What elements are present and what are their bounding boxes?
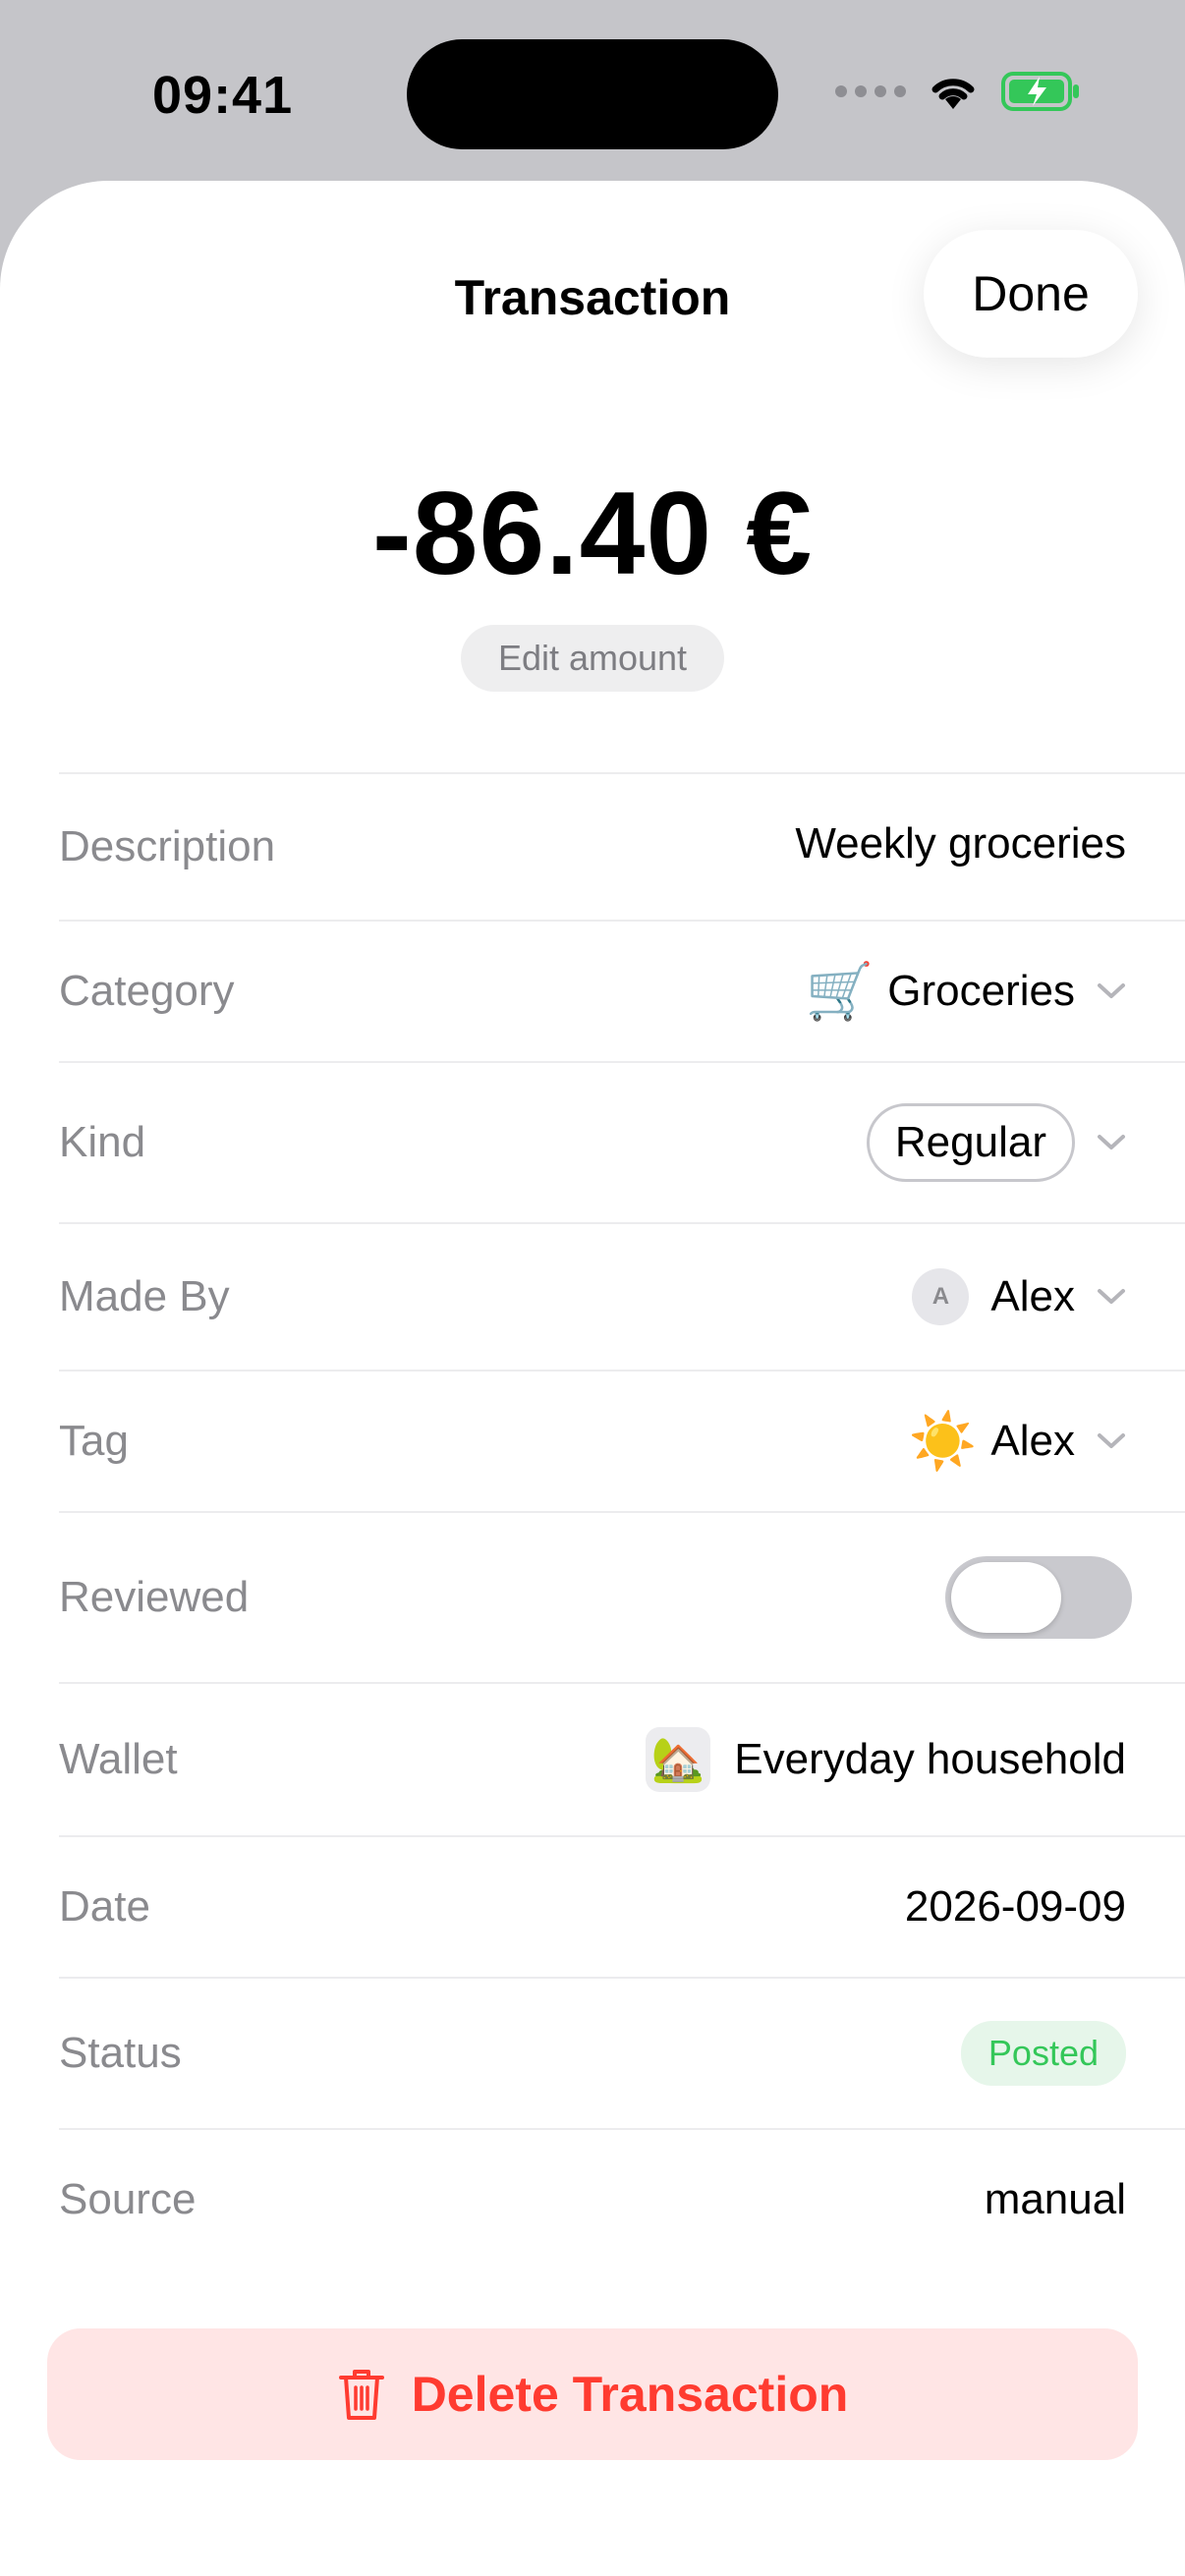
transaction-amount: -86.40 €: [371, 468, 814, 599]
edit-amount-button[interactable]: Edit amount: [461, 625, 724, 692]
wifi-icon: [931, 79, 975, 109]
source-label: Source: [59, 2175, 197, 2223]
house-icon: 🏡: [646, 1727, 711, 1792]
reviewed-row: Reviewed: [59, 1511, 1185, 1682]
wallet-value-group: 🏡 Everyday household: [646, 1727, 1126, 1792]
wallet-row[interactable]: Wallet 🏡 Everyday household: [59, 1682, 1185, 1835]
chevron-down-icon: [1098, 1289, 1125, 1304]
date-label: Date: [59, 1882, 150, 1931]
category-picker[interactable]: 🛒 Groceries: [806, 964, 1126, 1019]
kind-value-pill: Regular: [866, 1103, 1075, 1182]
kind-label: Kind: [59, 1118, 146, 1166]
tag-row[interactable]: Tag ☀️ Alex: [59, 1370, 1185, 1511]
status-badge: Posted: [960, 2021, 1126, 2086]
made-by-value: Alex: [990, 1272, 1075, 1320]
wallet-label: Wallet: [59, 1735, 178, 1783]
reviewed-label: Reviewed: [59, 1573, 250, 1621]
transaction-fields: Description Weekly groceries Category 🛒 …: [59, 772, 1185, 2269]
category-value: Groceries: [887, 967, 1075, 1015]
chevron-down-icon: [1098, 983, 1125, 998]
tag-picker[interactable]: ☀️ Alex: [909, 1414, 1126, 1469]
status-bar: 09:41: [0, 0, 1185, 187]
sun-icon: ☀️: [908, 1410, 978, 1472]
status-label: Status: [59, 2029, 182, 2077]
shopping-cart-icon: 🛒: [805, 960, 875, 1022]
status-icons: [835, 71, 1081, 112]
description-row[interactable]: Description Weekly groceries: [59, 772, 1185, 920]
toggle-knob: [951, 1562, 1061, 1633]
category-label: Category: [59, 967, 235, 1015]
date-value: 2026-09-09: [904, 1882, 1126, 1931]
kind-row[interactable]: Kind Regular: [59, 1061, 1185, 1222]
dynamic-island: [407, 39, 778, 149]
status-time: 09:41: [152, 66, 294, 125]
made-by-label: Made By: [59, 1272, 230, 1320]
date-row: Date 2026-09-09: [59, 1835, 1185, 1977]
kind-picker[interactable]: Regular: [866, 1103, 1126, 1182]
chevron-down-icon: [1098, 1135, 1125, 1149]
status-row: Status Posted: [59, 1977, 1185, 2128]
tag-label: Tag: [59, 1417, 129, 1465]
transaction-sheet: Transaction Done -86.40 € Edit amount De…: [0, 181, 1185, 2576]
description-value[interactable]: Weekly groceries: [795, 819, 1126, 868]
done-button[interactable]: Done: [924, 230, 1138, 358]
trash-icon: [338, 2370, 384, 2420]
description-label: Description: [59, 822, 276, 870]
battery-charging-icon: [1001, 72, 1079, 111]
wallet-value: Everyday household: [734, 1735, 1126, 1783]
source-value: manual: [984, 2175, 1126, 2223]
category-row[interactable]: Category 🛒 Groceries: [59, 920, 1185, 1061]
tag-value: Alex: [990, 1417, 1075, 1465]
made-by-row[interactable]: Made By A Alex: [59, 1222, 1185, 1370]
cellular-signal-icon: [835, 85, 906, 97]
source-row: Source manual: [59, 2128, 1185, 2269]
chevron-down-icon: [1098, 1433, 1125, 1448]
delete-transaction-button[interactable]: Delete Transaction: [47, 2328, 1138, 2460]
delete-transaction-label: Delete Transaction: [411, 2367, 849, 2422]
reviewed-toggle[interactable]: [945, 1556, 1132, 1639]
made-by-picker[interactable]: A Alex: [912, 1268, 1126, 1325]
avatar: A: [912, 1268, 970, 1325]
